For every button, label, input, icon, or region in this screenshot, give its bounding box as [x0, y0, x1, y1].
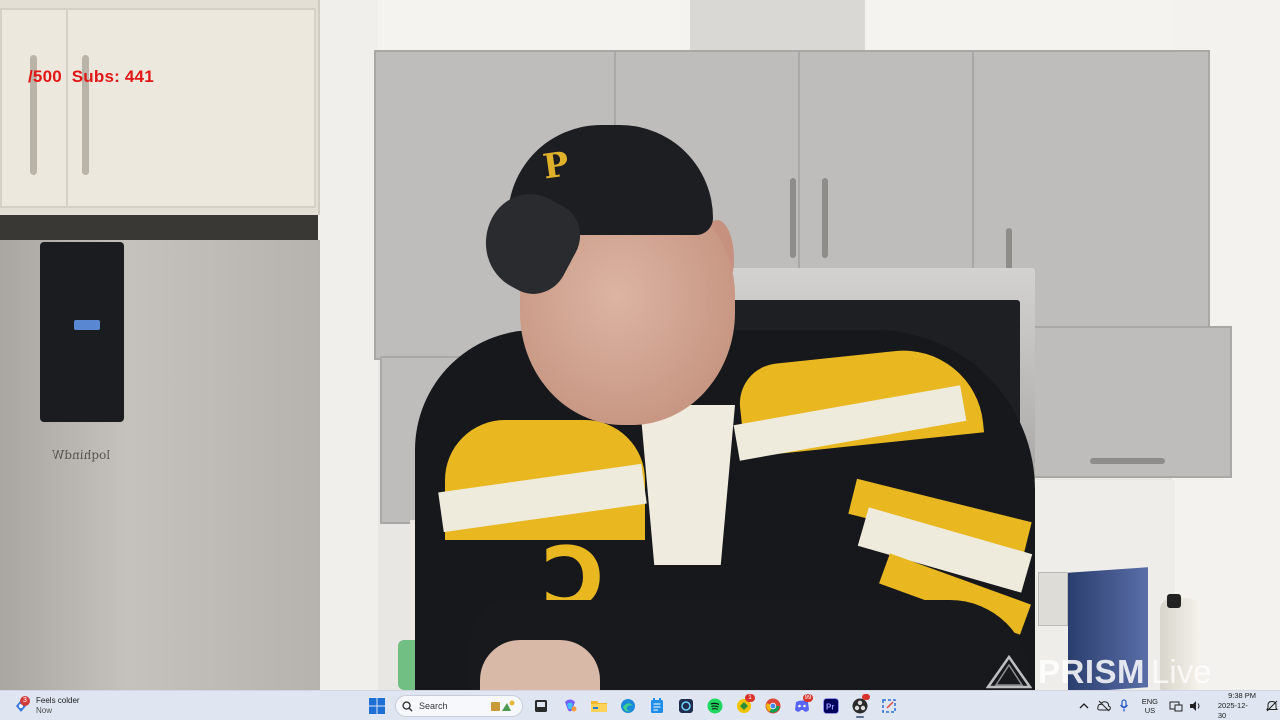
weather-title: Feels colder [36, 696, 80, 705]
search-highlight-icon [491, 700, 515, 711]
weather-widget[interactable]: 3 Feels colder Now [12, 694, 80, 718]
cabinet-handle [1090, 458, 1165, 464]
subscriber-goal-counter: /500 Subs: 441 [28, 67, 154, 86]
copilot-icon[interactable] [557, 694, 583, 718]
cap-logo: P [540, 144, 572, 188]
cabinet-door-right [66, 8, 316, 208]
jersey-laced-collar [640, 405, 735, 565]
bottle-cap [1167, 594, 1181, 608]
weather-alert-icon: 3 [12, 696, 30, 715]
network-icon[interactable] [1168, 696, 1184, 716]
premiere-pro-icon[interactable]: Pr [818, 694, 844, 718]
obs-recording-dot [862, 694, 870, 700]
language-indicator[interactable]: ENG US [1142, 697, 1158, 715]
dispenser-led [74, 320, 100, 330]
obs-icon[interactable] [847, 694, 873, 718]
chrome-icon[interactable] [760, 694, 786, 718]
app-dark-icon[interactable] [673, 694, 699, 718]
spotify-icon[interactable] [702, 694, 728, 718]
system-clock[interactable]: 9:38 PM 2025-12-30 [1218, 691, 1256, 720]
weather-badge: 3 [20, 696, 30, 706]
fridge-gap [0, 215, 318, 240]
region-code: US [1144, 706, 1156, 715]
windows-start-icon[interactable] [364, 694, 390, 718]
prism-live-text: Live [1151, 653, 1212, 690]
webcam-video-feed: loqhindW C P [0, 0, 1280, 690]
windows-taskbar: 3 Feels colder Now Search 1 99 Pr ENG US… [0, 690, 1280, 720]
discord-icon[interactable]: 99 [789, 694, 815, 718]
cabinet-handle [822, 178, 828, 258]
cabinet-handle [790, 178, 796, 258]
taskbar-apps: Search 1 99 Pr [364, 694, 902, 718]
clock-time: 9:38 PM [1228, 691, 1257, 700]
discord-badge: 99 [803, 694, 813, 702]
file-explorer-icon[interactable] [586, 694, 612, 718]
soffit [690, 0, 865, 50]
screen: loqhindW C P /500 Subs: 441 PRISM Live 3… [0, 0, 1280, 720]
edge-browser-icon[interactable] [615, 694, 641, 718]
notepad-icon[interactable] [644, 694, 670, 718]
volume-icon[interactable] [1188, 696, 1204, 716]
search-placeholder: Search [419, 701, 448, 711]
prism-live-watermark: PRISM Live [986, 653, 1212, 690]
weather-subtitle: Now [36, 706, 53, 715]
notification-app-icon[interactable]: 1 [731, 694, 757, 718]
person-hand [480, 640, 600, 690]
clock-date: 2025-12-30 [1217, 701, 1248, 720]
taskbar-search-box[interactable]: Search [395, 695, 523, 717]
over-counter-cabinet [1020, 326, 1232, 478]
premiere-label: Pr [826, 703, 834, 712]
microphone-icon[interactable] [1116, 696, 1132, 716]
wall-left [318, 0, 378, 690]
system-tray: ENG US 9:38 PM 2025-12-30 [1076, 691, 1280, 720]
wall-outlet [1038, 572, 1068, 626]
chevron-up-icon[interactable] [1076, 696, 1092, 716]
prism-brand-text: PRISM [1038, 653, 1146, 690]
snipping-tool-icon[interactable] [876, 694, 902, 718]
prism-logo-icon [986, 655, 1032, 689]
notification-center-icon[interactable] [1264, 696, 1280, 716]
fridge-dispenser-panel [40, 242, 124, 422]
fridge-brand-logo: loqhindW [52, 448, 111, 462]
notification-badge: 1 [745, 694, 755, 702]
task-view-icon[interactable] [528, 694, 554, 718]
search-icon [402, 700, 413, 712]
fridge-cabinet [0, 0, 320, 215]
language-code: ENG [1141, 697, 1159, 706]
cloud-sync-off-icon[interactable] [1096, 696, 1112, 716]
